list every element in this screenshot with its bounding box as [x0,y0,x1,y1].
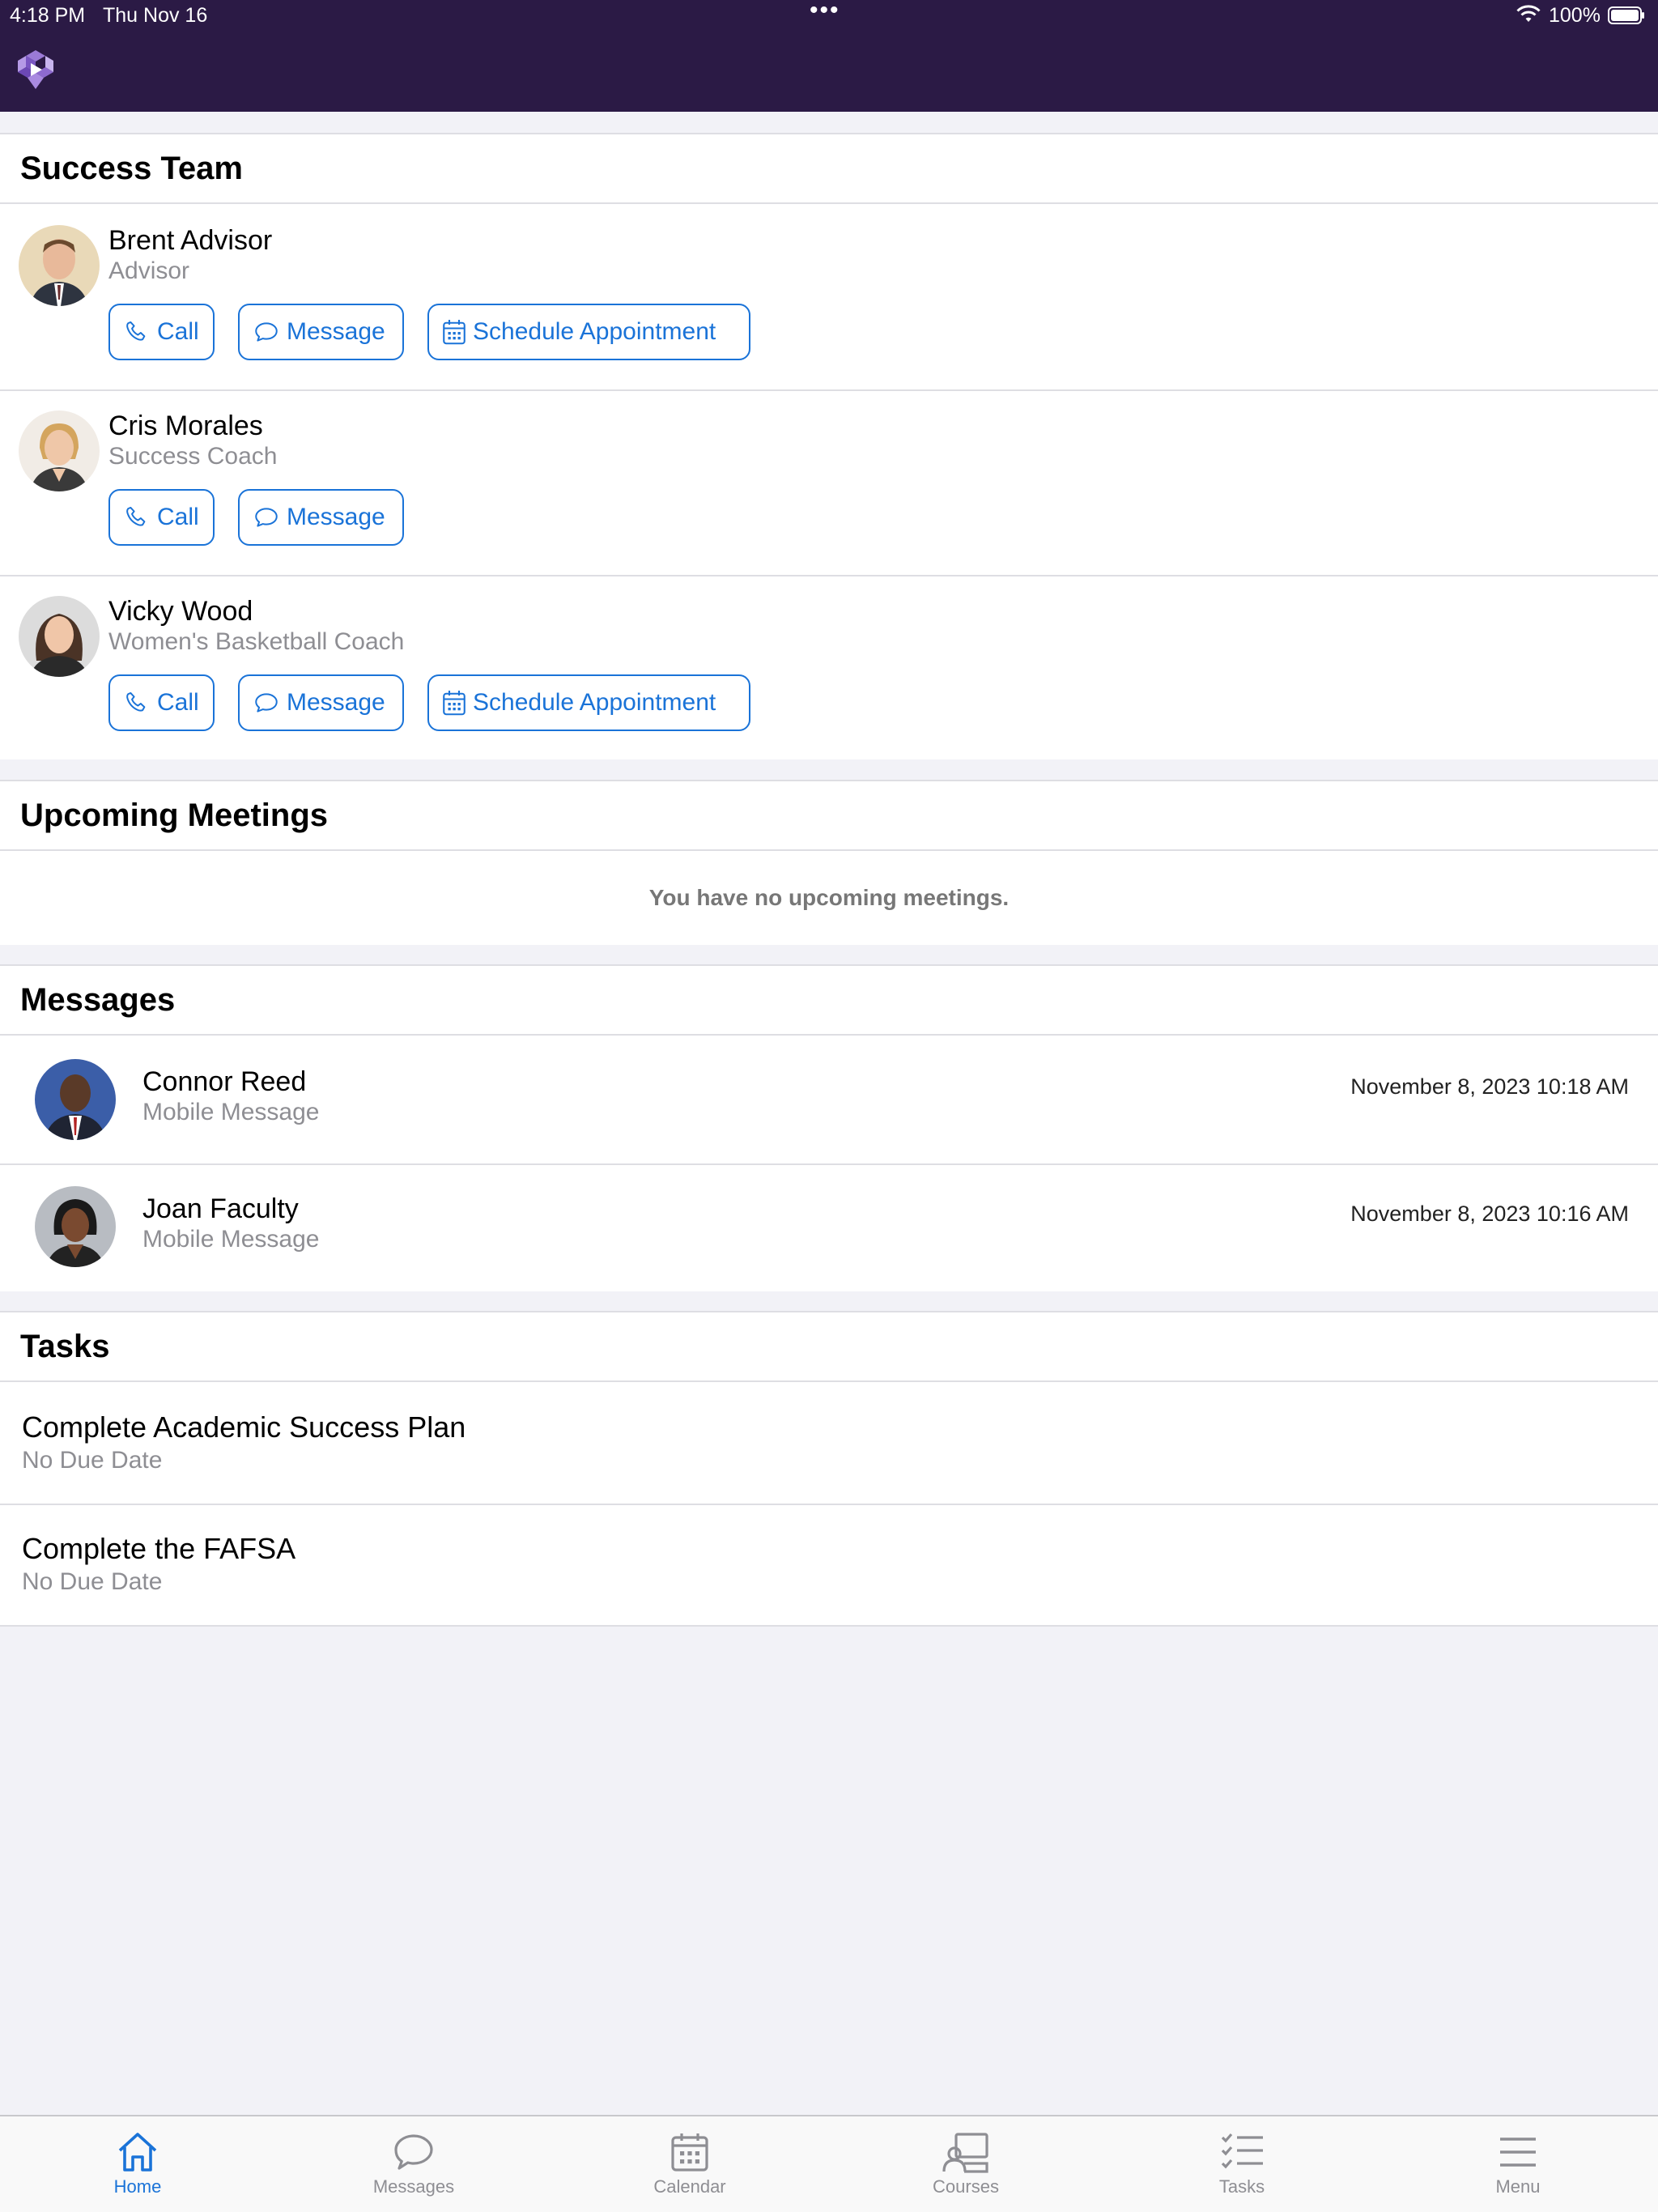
task-due-date: No Due Date [22,1447,163,1474]
tab-bar: Home Messages Calendar Courses Tasks Men… [0,2115,1658,2212]
divider [0,389,1658,391]
schedule-label: Schedule Appointment [473,318,716,345]
tab-label: Calendar [653,2176,726,2197]
status-date: Thu Nov 16 [103,4,208,27]
sender-name: Connor Reed [142,1066,307,1097]
tab-label: Tasks [1218,2176,1265,2197]
avatar [19,410,100,491]
battery-percent: 100% [1549,4,1601,27]
message-label: Message [287,504,385,530]
task-title: Complete Academic Success Plan [22,1410,466,1444]
sender-name: Joan Faculty [142,1193,299,1224]
status-bar: 4:18 PM Thu Nov 16 ••• 100% [0,0,1658,32]
chat-bubble-icon [255,322,278,342]
chat-bubble-icon [255,693,278,713]
checklist-icon [1221,2133,1263,2169]
avatar [19,225,100,306]
section-title: Tasks [20,1329,110,1364]
chat-bubble-icon [255,508,278,527]
call-button[interactable]: Call [108,674,215,731]
call-label: Call [157,689,199,716]
calendar-icon [671,2133,708,2172]
member-name: Cris Morales [108,410,263,441]
tab-label: Menu [1495,2176,1541,2197]
message-type: Mobile Message [142,1099,320,1125]
chat-bubble-icon [394,2134,433,2170]
section-title: Messages [20,982,176,1018]
message-date: November 8, 2023 10:16 AM [1350,1202,1629,1226]
calendar-icon [443,320,466,345]
phone-icon [126,321,146,341]
avatar [19,596,100,677]
upcoming-meetings-section: Upcoming Meetings You have no upcoming m… [0,780,1658,945]
message-type: Mobile Message [142,1226,320,1253]
task-due-date: No Due Date [22,1568,163,1595]
no-meetings-text: You have no upcoming meetings. [648,885,1010,910]
status-time: 4:18 PM [10,4,86,27]
call-button[interactable]: Call [108,304,215,360]
battery-icon [1608,6,1644,24]
schedule-label: Schedule Appointment [473,689,716,716]
avatar [35,1186,116,1267]
divider [0,1504,1658,1505]
tab-label: Messages [372,2176,455,2197]
call-label: Call [157,318,199,345]
call-label: Call [157,504,199,530]
message-button[interactable]: Message [238,674,404,731]
section-title: Upcoming Meetings [20,798,329,833]
schedule-appointment-button[interactable]: Schedule Appointment [427,304,750,360]
task-title: Complete the FAFSA [22,1532,296,1565]
message-button[interactable]: Message [238,489,404,546]
member-role: Advisor [108,257,190,284]
phone-icon [126,691,146,712]
success-team-section: Success Team Brent Advisor Advisor Call … [0,133,1658,759]
schedule-appointment-button[interactable]: Schedule Appointment [427,674,750,731]
avatar [35,1059,116,1140]
member-role: Success Coach [108,443,278,470]
message-button[interactable]: Message [238,304,404,360]
multitask-dots[interactable]: ••• [810,0,840,24]
member-role: Women's Basketball Coach [108,628,405,655]
app-header [0,32,1658,112]
member-name: Brent Advisor [108,225,273,256]
tab-label: Home [113,2176,162,2197]
app-logo-icon [18,50,53,89]
tasks-header: Tasks [0,1311,1658,1382]
success-team-header: Success Team [0,133,1658,204]
section-title: Success Team [20,151,243,186]
hamburger-menu-icon [1500,2138,1536,2167]
divider [0,575,1658,576]
tab-label: Courses [933,2176,999,2197]
phone-icon [126,506,146,526]
messages-section: Messages Connor Reed Mobile Message Nove… [0,964,1658,1291]
tab-messages[interactable]: Messages [333,2116,495,2212]
divider [0,1163,1658,1165]
message-label: Message [287,318,385,345]
tab-home[interactable]: Home [57,2116,219,2212]
messages-header: Messages [0,964,1658,1036]
tab-calendar[interactable]: Calendar [609,2116,771,2212]
message-label: Message [287,689,385,716]
calendar-icon [443,691,466,716]
member-name: Vicky Wood [108,596,253,627]
courses-icon [942,2133,988,2173]
tab-tasks[interactable]: Tasks [1161,2116,1323,2212]
tasks-section: Tasks Complete Academic Success Plan No … [0,1311,1658,1627]
tab-courses[interactable]: Courses [885,2116,1047,2212]
upcoming-meetings-header: Upcoming Meetings [0,780,1658,851]
home-icon [118,2133,157,2172]
call-button[interactable]: Call [108,489,215,546]
tab-menu[interactable]: Menu [1437,2116,1599,2212]
message-date: November 8, 2023 10:18 AM [1350,1074,1629,1099]
wifi-icon [1516,5,1541,22]
